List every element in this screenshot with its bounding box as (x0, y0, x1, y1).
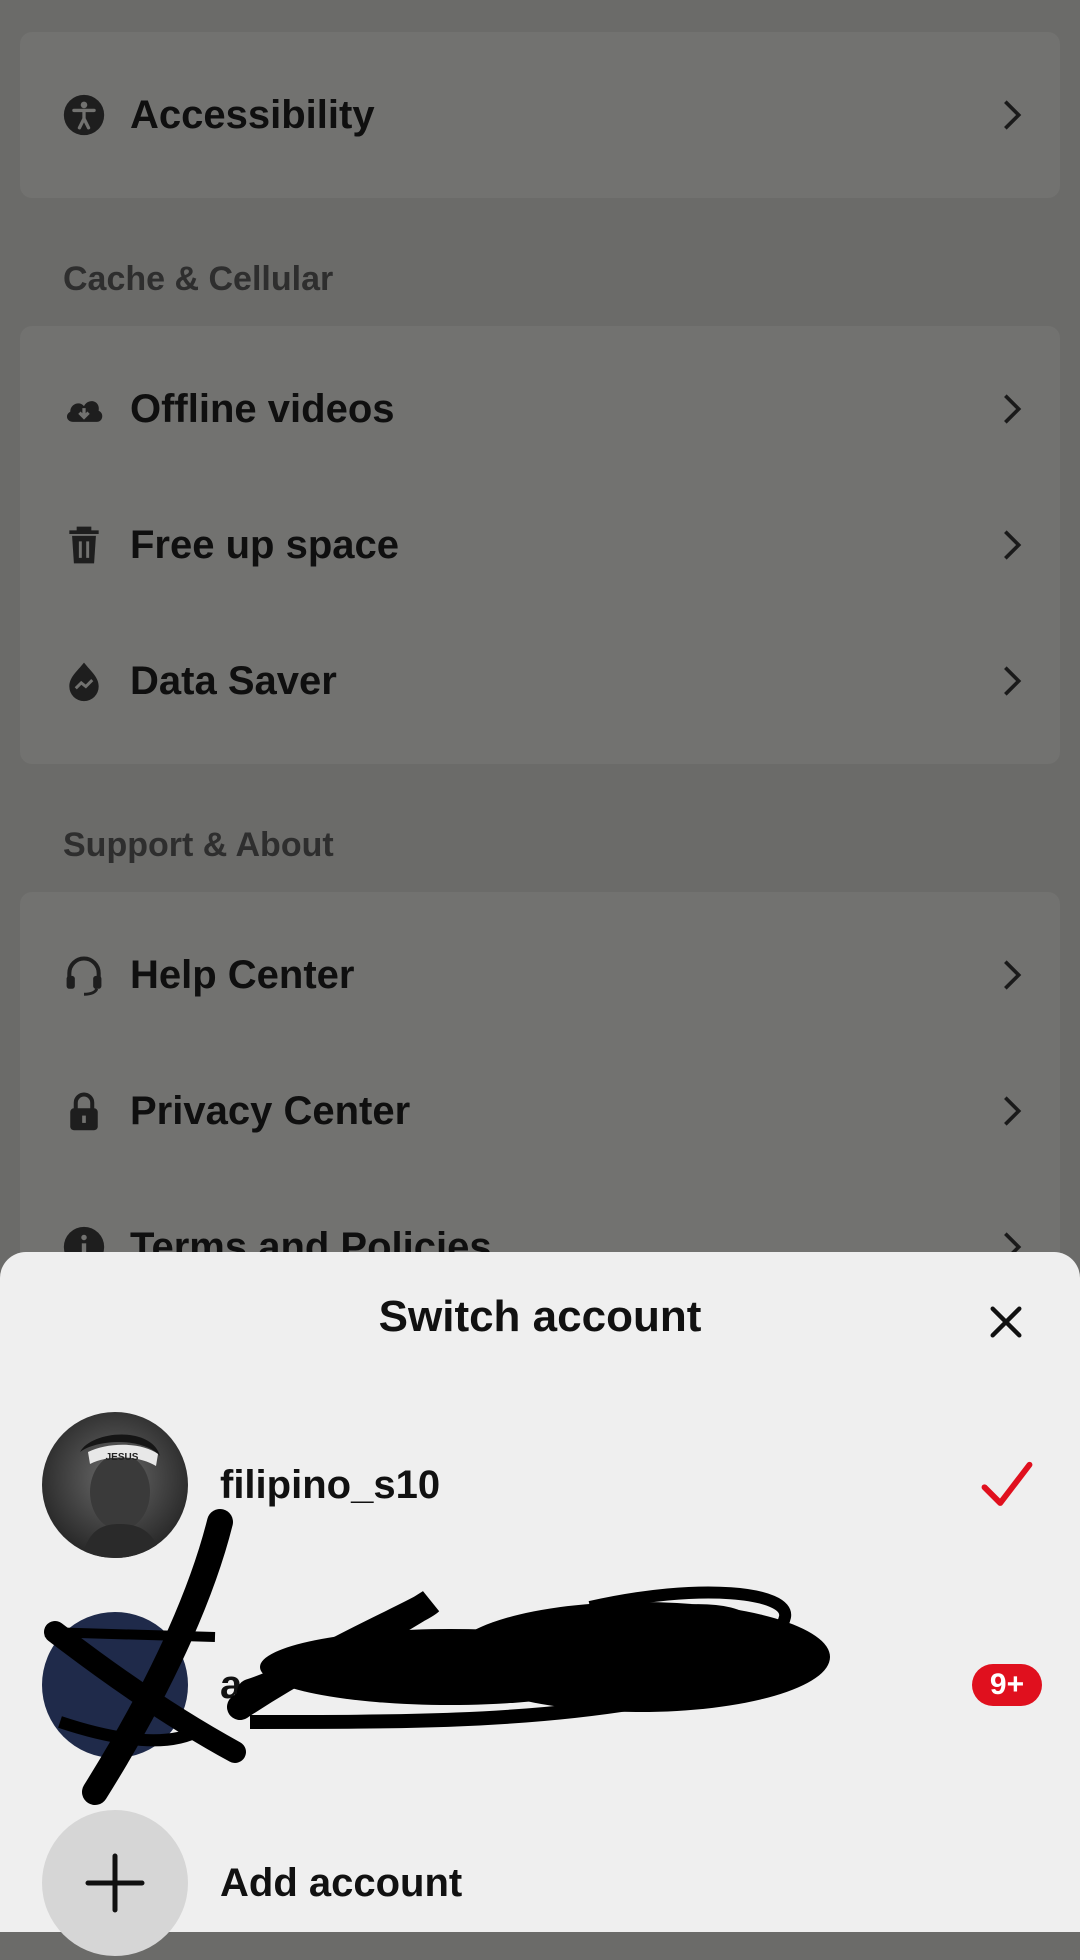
chevron-right-icon (1004, 960, 1022, 990)
add-account-circle (42, 1810, 188, 1956)
notification-badge: 9+ (972, 1664, 1042, 1706)
avatar-photo: JESUS (42, 1412, 188, 1558)
account-username: a (220, 1663, 243, 1707)
account-username: filipino_s10 (220, 1463, 441, 1507)
settings-row-label: Privacy Center (130, 1089, 411, 1133)
headset-icon (66, 956, 102, 996)
chevron-right-icon (1004, 666, 1022, 696)
chevron-right-icon (1004, 530, 1022, 560)
settings-row-label: Free up space (130, 523, 400, 567)
lock-icon (70, 1092, 98, 1131)
settings-row-label: Accessibility (130, 93, 375, 137)
plus-icon (85, 1853, 145, 1913)
close-icon[interactable] (986, 1302, 1026, 1342)
data-saver-icon (69, 662, 99, 702)
settings-row-label: Data Saver (130, 659, 337, 703)
settings-row-free-up-space[interactable]: Free up space (20, 477, 1060, 613)
chevron-right-icon (1004, 100, 1022, 130)
accessibility-icon (63, 94, 105, 136)
settings-row-data-saver[interactable]: Data Saver (20, 613, 1060, 749)
cache-cellular-card: Offline videos Free up space Data Saver (20, 326, 1060, 764)
settings-row-privacy-center[interactable]: Privacy Center (20, 1043, 1060, 1179)
trash-icon (69, 526, 99, 564)
section-title-cache: Cache & Cellular (63, 260, 334, 298)
avatar: JESUS (42, 1412, 188, 1558)
chevron-right-icon (1004, 1096, 1022, 1126)
settings-row-label: Offline videos (130, 387, 395, 431)
account-row-other[interactable]: a 9+ (0, 1612, 1080, 1762)
add-account-label: Add account (220, 1861, 463, 1905)
avatar (42, 1612, 188, 1758)
add-account-row[interactable]: Add account (0, 1810, 1080, 1960)
settings-row-offline-videos[interactable]: Offline videos (20, 341, 1060, 477)
settings-row-accessibility[interactable]: Accessibility (20, 47, 1060, 183)
cloud-download-icon (66, 401, 103, 422)
account-row-current[interactable]: JESUS filipino_s10 (0, 1412, 1080, 1562)
headband-text: JESUS (106, 1452, 139, 1463)
settings-row-help-center[interactable]: Help Center (20, 907, 1060, 1043)
sheet-title: Switch account (378, 1292, 702, 1341)
accessibility-card: Accessibility (20, 32, 1060, 198)
settings-row-label: Help Center (130, 953, 355, 997)
chevron-right-icon (1004, 394, 1022, 424)
switch-account-sheet: Switch account JESUS filipino_s10 a 9+ A… (0, 1252, 1080, 1956)
checkmark-icon (981, 1461, 1033, 1506)
section-title-support: Support & About (63, 826, 334, 864)
